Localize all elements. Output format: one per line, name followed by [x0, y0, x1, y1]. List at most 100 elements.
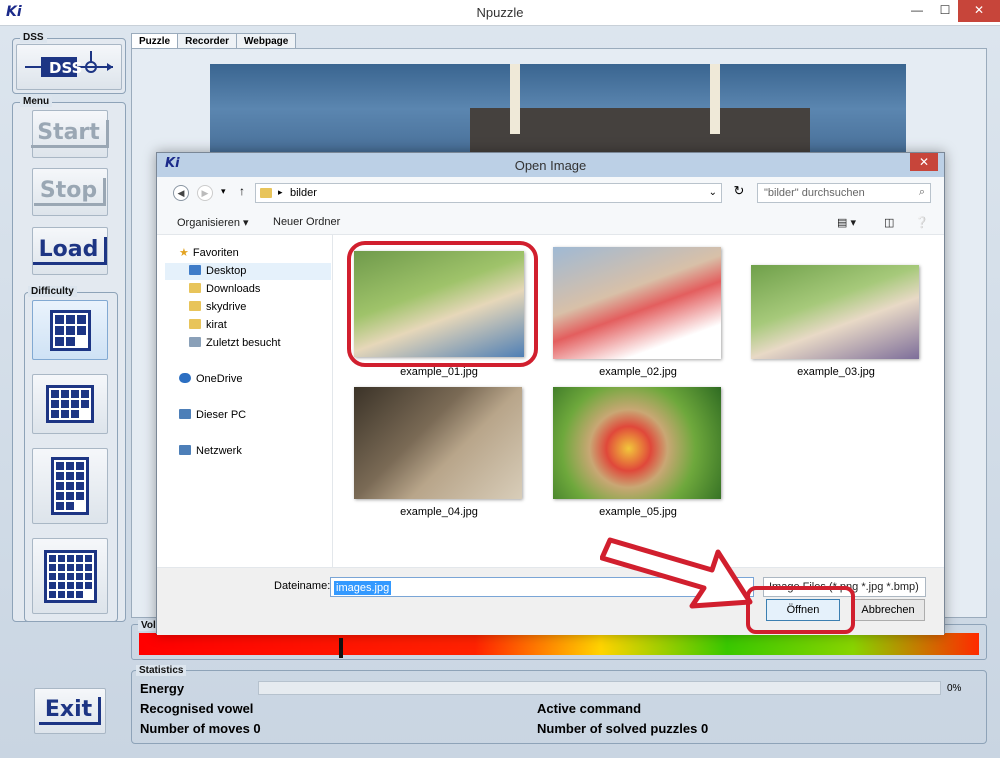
address-dropdown-icon[interactable]: ⌄ [709, 187, 717, 198]
view-options-icon[interactable]: ▤ ▾ [837, 216, 856, 229]
open-button-highlight [746, 586, 855, 634]
folder-icon [189, 319, 201, 329]
nav-skydrive[interactable]: skydrive [189, 299, 246, 316]
address-bar[interactable]: ▸ bilder ⌄ [255, 183, 722, 203]
nav-downloads-label: Downloads [206, 283, 261, 295]
help-icon[interactable]: ❔ [915, 216, 929, 229]
dialog-toolbar: Organisieren ▾ Neuer Ordner ▤ ▾ ◫ ❔ [157, 209, 944, 235]
nav-desktop[interactable]: Desktop [189, 263, 246, 280]
dss-group-label: DSS [20, 32, 47, 43]
folder-icon [260, 188, 272, 198]
file-thumbnail-example-04[interactable] [354, 387, 522, 499]
tab-puzzle[interactable]: Puzzle [131, 33, 179, 49]
nav-this-pc-label: Dieser PC [196, 409, 247, 421]
file-name-example-03[interactable]: example_03.jpg [751, 366, 921, 378]
start-button[interactable]: Start [31, 110, 109, 158]
search-input[interactable]: "bilder" durchsuchen ⌕ [757, 183, 931, 203]
address-row: ◀ ▶ ▾ ↑ ▸ bilder ⌄ ↻ "bilder" durchsuche… [157, 177, 944, 209]
refresh-icon[interactable]: ↻ [729, 183, 749, 203]
energy-label: Energy [140, 681, 185, 696]
nav-network[interactable]: Netzwerk [179, 443, 242, 460]
dialog-title-bar: Ki Open Image ✕ [157, 153, 944, 177]
selection-highlight-circle [347, 241, 538, 367]
exit-label: Exit [38, 697, 102, 725]
stop-label: Stop [33, 178, 107, 206]
open-image-dialog: Ki Open Image ✕ ◀ ▶ ▾ ↑ ▸ bilder ⌄ ↻ "bi… [156, 152, 945, 635]
grid-5x5-icon [43, 549, 97, 603]
breadcrumb-chevron-icon: ▸ [278, 187, 283, 197]
difficulty-3x5-button[interactable] [32, 448, 108, 524]
tab-recorder[interactable]: Recorder [177, 33, 238, 49]
difficulty-3x3-button[interactable] [32, 300, 108, 360]
menu-group-label: Menu [20, 96, 53, 107]
nav-recent[interactable]: Zuletzt besucht [189, 335, 281, 352]
filename-label: Dateiname: [274, 580, 331, 592]
annotation-arrow-icon [600, 537, 753, 609]
cancel-button[interactable]: Abbrechen [851, 599, 925, 621]
load-button[interactable]: Load [32, 227, 108, 275]
number-of-moves: Number of moves 0 [140, 721, 261, 736]
volume-meter [139, 633, 979, 655]
star-icon: ★ [179, 247, 189, 259]
desktop-icon [189, 265, 201, 275]
cloud-icon [179, 373, 191, 383]
organize-menu[interactable]: Organisieren ▾ [177, 216, 249, 229]
address-path: bilder [290, 187, 317, 199]
grid-3x3-icon [49, 309, 91, 351]
stop-button[interactable]: Stop [32, 168, 108, 216]
title-bar: Ki Npuzzle — ☐ ✕ [0, 0, 1000, 26]
tab-bar: Puzzle Recorder Webpage [131, 33, 297, 49]
maximize-button[interactable]: ☐ [930, 0, 960, 22]
search-icon: ⌕ [918, 186, 925, 198]
window-title: Npuzzle [476, 5, 524, 20]
nav-kirat[interactable]: kirat [189, 317, 227, 334]
nav-this-pc[interactable]: Dieser PC [179, 407, 246, 424]
energy-progress-bar [258, 681, 941, 695]
file-name-example-04[interactable]: example_04.jpg [354, 506, 524, 518]
tab-webpage[interactable]: Webpage [236, 33, 297, 49]
dss-button[interactable]: DSS [16, 44, 122, 90]
difficulty-5x5-button[interactable] [32, 538, 108, 614]
difficulty-4x4-button[interactable] [32, 374, 108, 434]
up-arrow-icon[interactable]: ↑ [239, 184, 245, 198]
nav-onedrive[interactable]: OneDrive [179, 371, 242, 388]
folder-icon [189, 283, 201, 293]
file-name-example-01[interactable]: example_01.jpg [354, 366, 524, 378]
nav-favorites[interactable]: ★ Favoriten [179, 245, 239, 262]
nav-onedrive-label: OneDrive [196, 373, 243, 385]
file-name-example-05[interactable]: example_05.jpg [553, 506, 723, 518]
nav-network-label: Netzwerk [196, 445, 242, 457]
nav-favorites-label: Favoriten [192, 247, 239, 259]
history-dropdown-icon[interactable]: ▾ [221, 186, 226, 197]
exit-button[interactable]: Exit [34, 688, 106, 734]
file-name-example-02[interactable]: example_02.jpg [553, 366, 723, 378]
puzzle-image [210, 64, 906, 154]
folder-icon [189, 301, 201, 311]
forward-arrow-icon[interactable]: ▶ [197, 185, 213, 201]
nav-recent-label: Zuletzt besucht [206, 337, 281, 349]
photo-clothespin [510, 64, 520, 134]
grid-4x3-icon [46, 385, 94, 423]
start-label: Start [31, 120, 109, 148]
photo-clothespin [710, 64, 720, 134]
dialog-title: Open Image [514, 158, 587, 173]
preview-pane-icon[interactable]: ◫ [884, 216, 894, 229]
minimize-button[interactable]: — [902, 0, 932, 22]
recognised-vowel-label: Recognised vowel [140, 701, 254, 716]
photo-board [470, 108, 810, 154]
file-thumbnail-example-05[interactable] [553, 387, 721, 499]
load-label: Load [32, 237, 108, 265]
dialog-close-button[interactable]: ✕ [910, 153, 938, 171]
nav-downloads[interactable]: Downloads [189, 281, 260, 298]
volume-level-marker [338, 638, 343, 658]
statistics-group-label: Statistics [136, 665, 187, 676]
file-thumbnail-example-03[interactable] [751, 265, 919, 359]
new-folder-button[interactable]: Neuer Ordner [273, 216, 340, 228]
nav-desktop-label: Desktop [206, 265, 247, 277]
energy-percent: 0% [947, 683, 962, 694]
close-button[interactable]: ✕ [958, 0, 1000, 22]
file-thumbnail-example-02[interactable] [553, 247, 721, 359]
dss-button-label: DSS [49, 59, 83, 77]
nav-kirat-label: kirat [206, 319, 227, 331]
back-arrow-icon[interactable]: ◀ [173, 185, 189, 201]
